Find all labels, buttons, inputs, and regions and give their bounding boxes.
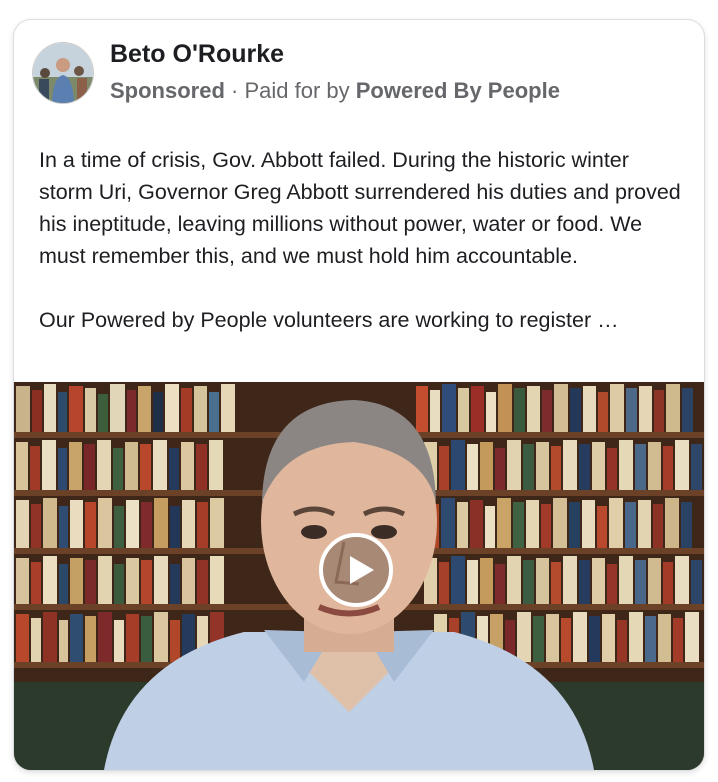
- post-meta: Sponsored · Paid for by Powered By Peopl…: [110, 78, 560, 104]
- post-body-paragraph-truncated[interactable]: Our Powered by People volunteers are wor…: [39, 304, 684, 336]
- payer-name[interactable]: Powered By People: [356, 78, 560, 103]
- author-name[interactable]: Beto O'Rourke: [110, 40, 284, 69]
- meta-separator: ·: [224, 78, 245, 103]
- video-player[interactable]: [14, 382, 704, 770]
- author-avatar[interactable]: [32, 42, 94, 104]
- sponsored-label[interactable]: Sponsored: [110, 78, 225, 103]
- play-icon: [350, 556, 374, 584]
- post-body: In a time of crisis, Gov. Abbott failed.…: [39, 144, 684, 336]
- post-body-paragraph: In a time of crisis, Gov. Abbott failed.…: [39, 148, 681, 268]
- play-button[interactable]: [319, 533, 393, 607]
- paid-for-label: Paid for by: [244, 78, 356, 103]
- sponsored-post-card: Beto O'Rourke Sponsored · Paid for by Po…: [13, 19, 705, 771]
- avatar-image: [33, 43, 93, 103]
